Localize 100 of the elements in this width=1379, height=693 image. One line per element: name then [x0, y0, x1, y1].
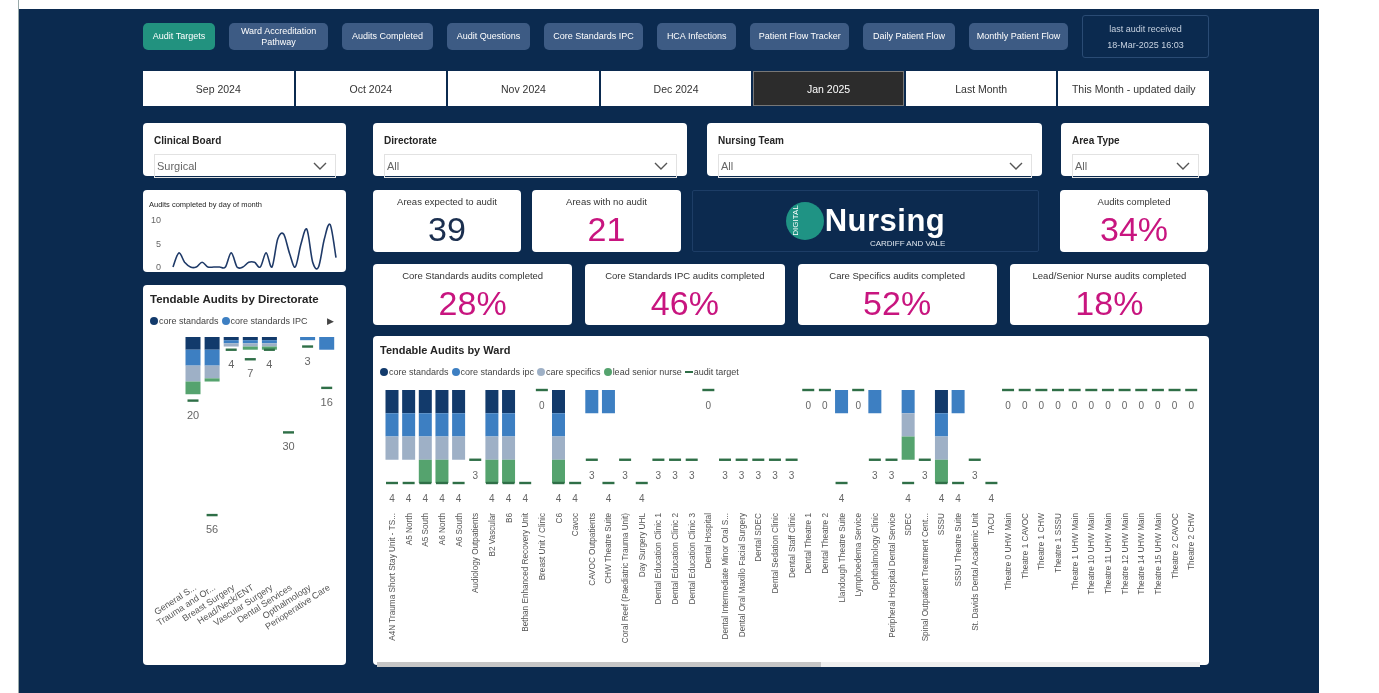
nav-button[interactable]: Audit Targets — [143, 23, 216, 50]
target-label: 4 — [405, 493, 412, 504]
target-marker — [868, 458, 881, 461]
target-marker — [187, 399, 199, 402]
axis-label: Breast Unit / Clinic — [537, 513, 547, 581]
target-marker — [669, 458, 682, 461]
nav-button[interactable]: Audits Completed — [342, 23, 433, 50]
target-marker — [685, 458, 698, 461]
axis-label: TACU — [987, 513, 997, 535]
target-label: 4 — [422, 493, 429, 504]
target-marker — [435, 481, 448, 485]
target-label: 4 — [572, 493, 578, 504]
scrollbar[interactable] — [377, 662, 1200, 667]
stacked-bar — [261, 337, 277, 350]
month-tab[interactable]: Last Month — [905, 71, 1057, 106]
nav-button[interactable]: Daily Patient Flow — [863, 23, 955, 50]
target-marker — [752, 458, 765, 461]
nav-button[interactable]: HCA Infections — [657, 23, 737, 50]
target-marker — [502, 481, 515, 485]
chart-title: Tendable Audits by Directorate — [150, 293, 319, 305]
month-tab[interactable]: Jan 2025 — [753, 71, 904, 106]
target-marker — [719, 458, 731, 461]
month-tab[interactable]: Nov 2024 — [448, 71, 599, 106]
dropdown-field[interactable]: Surgical — [154, 154, 336, 178]
month-tab[interactable]: Oct 2024 — [295, 71, 447, 106]
target-label: 0 — [1121, 400, 1128, 411]
dropdown-field[interactable]: All — [718, 154, 1032, 178]
target-label: 0 — [1071, 400, 1078, 411]
target-marker — [552, 481, 565, 485]
nav-button[interactable]: Monthly Patient Flow — [968, 23, 1068, 50]
axis-label: Dental Education Clinic 2 — [671, 513, 681, 605]
axis-label: Theatre 0 UHW Main — [1004, 513, 1014, 590]
month-tab[interactable]: Dec 2024 — [600, 71, 752, 106]
legend-next-button[interactable]: ▶ — [327, 316, 334, 326]
target-label: 0 — [805, 400, 812, 411]
target-marker — [1052, 388, 1064, 392]
axis-label: Coral Reef (Paediatric Trauma Unit) — [621, 513, 631, 644]
target-label: 4 — [505, 493, 512, 504]
target-label: 0 — [1055, 400, 1061, 411]
month-tab[interactable]: This Month - updated daily — [1058, 71, 1210, 106]
target-label: 4 — [489, 493, 495, 504]
target-label: 0 — [1155, 400, 1161, 411]
logo-badge-text: DIGITAL — [790, 205, 800, 236]
target-label: 30 — [282, 440, 295, 453]
stacked-bar — [185, 337, 201, 395]
axis-tick-label: 5 — [156, 238, 161, 249]
kpi-value: 52% — [863, 283, 932, 323]
target-label: 3 — [922, 469, 928, 481]
target-marker — [1068, 388, 1081, 392]
chevron-down-icon — [1176, 162, 1190, 170]
target-label: 0 — [1021, 400, 1028, 411]
logo-circle-icon — [785, 202, 824, 240]
target-marker — [818, 388, 831, 392]
target-marker — [402, 481, 415, 485]
target-marker — [1168, 388, 1181, 392]
filter-label: Clinical Board — [154, 135, 222, 146]
axis-label: Theatre 1 CHW — [1037, 513, 1047, 570]
month-tab[interactable]: Sep 2024 — [143, 71, 294, 106]
axis-label: A6 South — [454, 513, 464, 547]
target-label: 3 — [738, 469, 745, 481]
nav-button[interactable]: Ward Accreditation Pathway — [229, 23, 329, 50]
kpi-title: Care Specifics audits completed — [829, 270, 965, 281]
legend-label: core standards — [389, 367, 449, 377]
nav-button[interactable]: Audit Questions — [446, 23, 531, 50]
target-label: 0 — [539, 400, 545, 411]
stacked-bar — [204, 337, 220, 382]
target-label: 0 — [1188, 400, 1194, 411]
dropdown-field[interactable]: All — [384, 154, 677, 178]
target-marker — [935, 481, 948, 485]
axis-label: Theatre 11 UHW Main — [1103, 513, 1113, 594]
target-marker — [244, 358, 256, 361]
target-marker — [569, 481, 582, 485]
axis-label: B6 — [504, 513, 514, 523]
target-label: 3 — [304, 354, 311, 367]
filter-label: Area Type — [1072, 135, 1120, 146]
target-label: 3 — [755, 469, 762, 481]
kpi-value: 18% — [1075, 283, 1144, 323]
legend-label: core standards — [159, 316, 219, 326]
target-marker — [321, 386, 333, 390]
legend-label: lead senior nurse — [612, 367, 682, 377]
target-marker — [602, 481, 615, 485]
target-label: 0 — [1088, 400, 1095, 411]
chevron-down-icon — [313, 162, 327, 170]
axis-label: Theatre 2 CHW — [1187, 513, 1197, 570]
target-marker — [585, 458, 598, 461]
dropdown-field[interactable]: All — [1072, 154, 1199, 178]
target-marker — [283, 431, 294, 434]
target-marker — [1118, 388, 1131, 392]
target-label: 4 — [988, 493, 995, 504]
target-label: 3 — [971, 469, 978, 481]
kpi-title: Lead/Senior Nurse audits completed — [1032, 270, 1187, 281]
axis-label: A5 South — [421, 513, 431, 547]
target-label: 16 — [320, 395, 333, 408]
target-marker — [302, 345, 314, 348]
target-marker — [918, 458, 931, 461]
target-label: 0 — [1138, 400, 1145, 411]
kpi-title: Audits completed — [1097, 196, 1171, 207]
nav-button[interactable]: Patient Flow Tracker — [750, 23, 850, 50]
axis-label: CHW Theatre Suite — [604, 513, 614, 584]
nav-button[interactable]: Core Standards IPC — [544, 23, 644, 50]
